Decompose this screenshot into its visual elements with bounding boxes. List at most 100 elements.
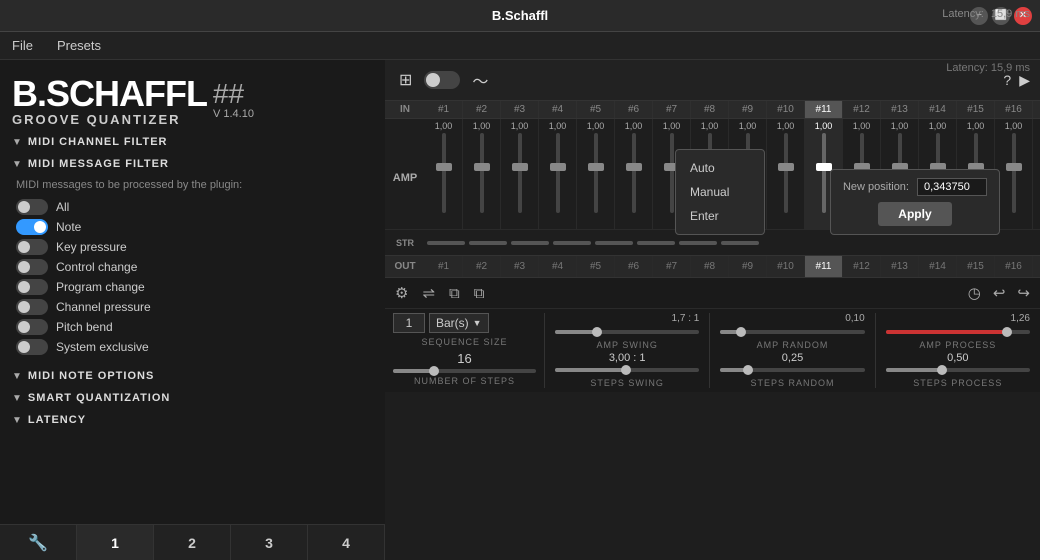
fader-6[interactable]: 1,00 — [615, 119, 653, 229]
ch-16[interactable]: #16 — [995, 101, 1033, 118]
ch-3[interactable]: #3 — [501, 101, 539, 118]
out-ch-1[interactable]: #1 — [425, 256, 463, 277]
toggle-control-change[interactable] — [16, 259, 48, 275]
swap-icon[interactable]: ⇌ — [420, 282, 437, 304]
out-ch-15[interactable]: #15 — [957, 256, 995, 277]
ch-8[interactable]: #8 — [691, 101, 729, 118]
swing-steps-track[interactable] — [555, 368, 699, 372]
fader-3[interactable]: 1,00 — [501, 119, 539, 229]
label-all: All — [56, 200, 69, 214]
fader-10[interactable]: 1,00 — [767, 119, 805, 229]
ch-6[interactable]: #6 — [615, 101, 653, 118]
ch-10[interactable]: #10 — [767, 101, 805, 118]
seq-unit-dropdown[interactable]: Bar(s) ▼ — [429, 313, 489, 333]
channel-filter-title: MIDI CHANNEL FILTER — [28, 136, 168, 148]
section-note-options[interactable]: ▼ MIDI NOTE OPTIONS — [0, 365, 385, 387]
new-position-value[interactable]: 0,343750 — [917, 178, 987, 196]
redo-icon[interactable]: ↪ — [1015, 282, 1032, 304]
section-smart-quantization[interactable]: ▼ SMART QUANTIZATION — [0, 387, 385, 409]
out-ch-2[interactable]: #2 — [463, 256, 501, 277]
apply-button[interactable]: Apply — [878, 202, 951, 226]
fader-5[interactable]: 1,00 — [577, 119, 615, 229]
out-ch-14[interactable]: #14 — [919, 256, 957, 277]
out-ch-13[interactable]: #13 — [881, 256, 919, 277]
arrow-icon: ▼ — [12, 137, 22, 148]
ch-14[interactable]: #14 — [919, 101, 957, 118]
sliders-icon[interactable]: ⊞ — [395, 68, 416, 92]
copy-icon[interactable]: ⧉ — [447, 283, 462, 304]
toggle-system-exclusive[interactable] — [16, 339, 48, 355]
out-ch-10[interactable]: #10 — [767, 256, 805, 277]
str-slider-3[interactable] — [511, 241, 549, 245]
str-slider-5[interactable] — [595, 241, 633, 245]
fader-16[interactable]: 1,00 — [995, 119, 1033, 229]
out-ch-7[interactable]: #7 — [653, 256, 691, 277]
tab-wrench[interactable]: 🔧 — [0, 525, 77, 560]
out-ch-11[interactable]: #11 — [805, 256, 843, 277]
label-pitch-bend: Pitch bend — [56, 320, 113, 334]
tab-4[interactable]: 4 — [308, 525, 385, 560]
fader-track-1[interactable] — [442, 133, 446, 213]
str-slider-6[interactable] — [637, 241, 675, 245]
str-slider-2[interactable] — [469, 241, 507, 245]
popup-enter[interactable]: Enter — [676, 204, 764, 228]
waveform-icon[interactable]: 〜 — [468, 66, 492, 94]
menu-presets[interactable]: Presets — [53, 36, 105, 55]
ch-7[interactable]: #7 — [653, 101, 691, 118]
toggle-note[interactable] — [16, 219, 48, 235]
str-slider-7[interactable] — [679, 241, 717, 245]
random-track[interactable] — [720, 330, 864, 334]
random-steps-track[interactable] — [720, 368, 864, 372]
toggle-program-change[interactable] — [16, 279, 48, 295]
fader-4[interactable]: 1,00 — [539, 119, 577, 229]
menu-file[interactable]: File — [8, 36, 37, 55]
out-ch-3[interactable]: #3 — [501, 256, 539, 277]
str-slider-4[interactable] — [553, 241, 591, 245]
help-button[interactable]: ? — [1003, 72, 1011, 88]
ch-5[interactable]: #5 — [577, 101, 615, 118]
steps-track[interactable] — [393, 369, 536, 373]
process-steps-track[interactable] — [886, 368, 1030, 372]
fader-2[interactable]: 1,00 — [463, 119, 501, 229]
ch-13[interactable]: #13 — [881, 101, 919, 118]
toolbar-toggle[interactable] — [424, 71, 460, 89]
ch-9[interactable]: #9 — [729, 101, 767, 118]
out-ch-12[interactable]: #12 — [843, 256, 881, 277]
toggle-pitch-bend[interactable] — [16, 319, 48, 335]
tab-3[interactable]: 3 — [231, 525, 308, 560]
settings-icon[interactable]: ⚙ — [393, 282, 410, 304]
swing-track[interactable] — [555, 330, 699, 334]
tab-1[interactable]: 1 — [77, 525, 154, 560]
out-ch-9[interactable]: #9 — [729, 256, 767, 277]
out-ch-6[interactable]: #6 — [615, 256, 653, 277]
popup-auto[interactable]: Auto — [676, 156, 764, 180]
popup-manual[interactable]: Manual — [676, 180, 764, 204]
ch-12[interactable]: #12 — [843, 101, 881, 118]
str-slider-8[interactable] — [721, 241, 759, 245]
section-channel-filter[interactable]: ▼ MIDI CHANNEL FILTER — [0, 131, 385, 153]
ch-4[interactable]: #4 — [539, 101, 577, 118]
paste-icon[interactable]: ⧉ — [472, 283, 487, 304]
toggle-key-pressure[interactable] — [16, 239, 48, 255]
tab-2[interactable]: 2 — [154, 525, 231, 560]
undo-icon[interactable]: ↩ — [991, 282, 1008, 304]
out-ch-8[interactable]: #8 — [691, 256, 729, 277]
ch-15[interactable]: #15 — [957, 101, 995, 118]
out-ch-4[interactable]: #4 — [539, 256, 577, 277]
section-message-filter[interactable]: ▼ MIDI MESSAGE FILTER — [0, 153, 385, 175]
fader-1[interactable]: 1,00 — [425, 119, 463, 229]
ch-11[interactable]: #11 — [805, 101, 843, 118]
clock-icon[interactable]: ◷ — [966, 282, 983, 304]
process-track[interactable] — [886, 330, 1030, 334]
toggle-channel-pressure[interactable] — [16, 299, 48, 315]
in-label: IN — [385, 101, 425, 118]
play-button[interactable]: ▶ — [1019, 72, 1030, 89]
ch-1[interactable]: #1 — [425, 101, 463, 118]
toggle-all[interactable] — [16, 199, 48, 215]
out-ch-16[interactable]: #16 — [995, 256, 1033, 277]
seq-number[interactable]: 1 — [393, 313, 425, 333]
out-ch-5[interactable]: #5 — [577, 256, 615, 277]
ch-2[interactable]: #2 — [463, 101, 501, 118]
str-slider-1[interactable] — [427, 241, 465, 245]
section-latency[interactable]: ▼ LATENCY — [0, 409, 385, 431]
